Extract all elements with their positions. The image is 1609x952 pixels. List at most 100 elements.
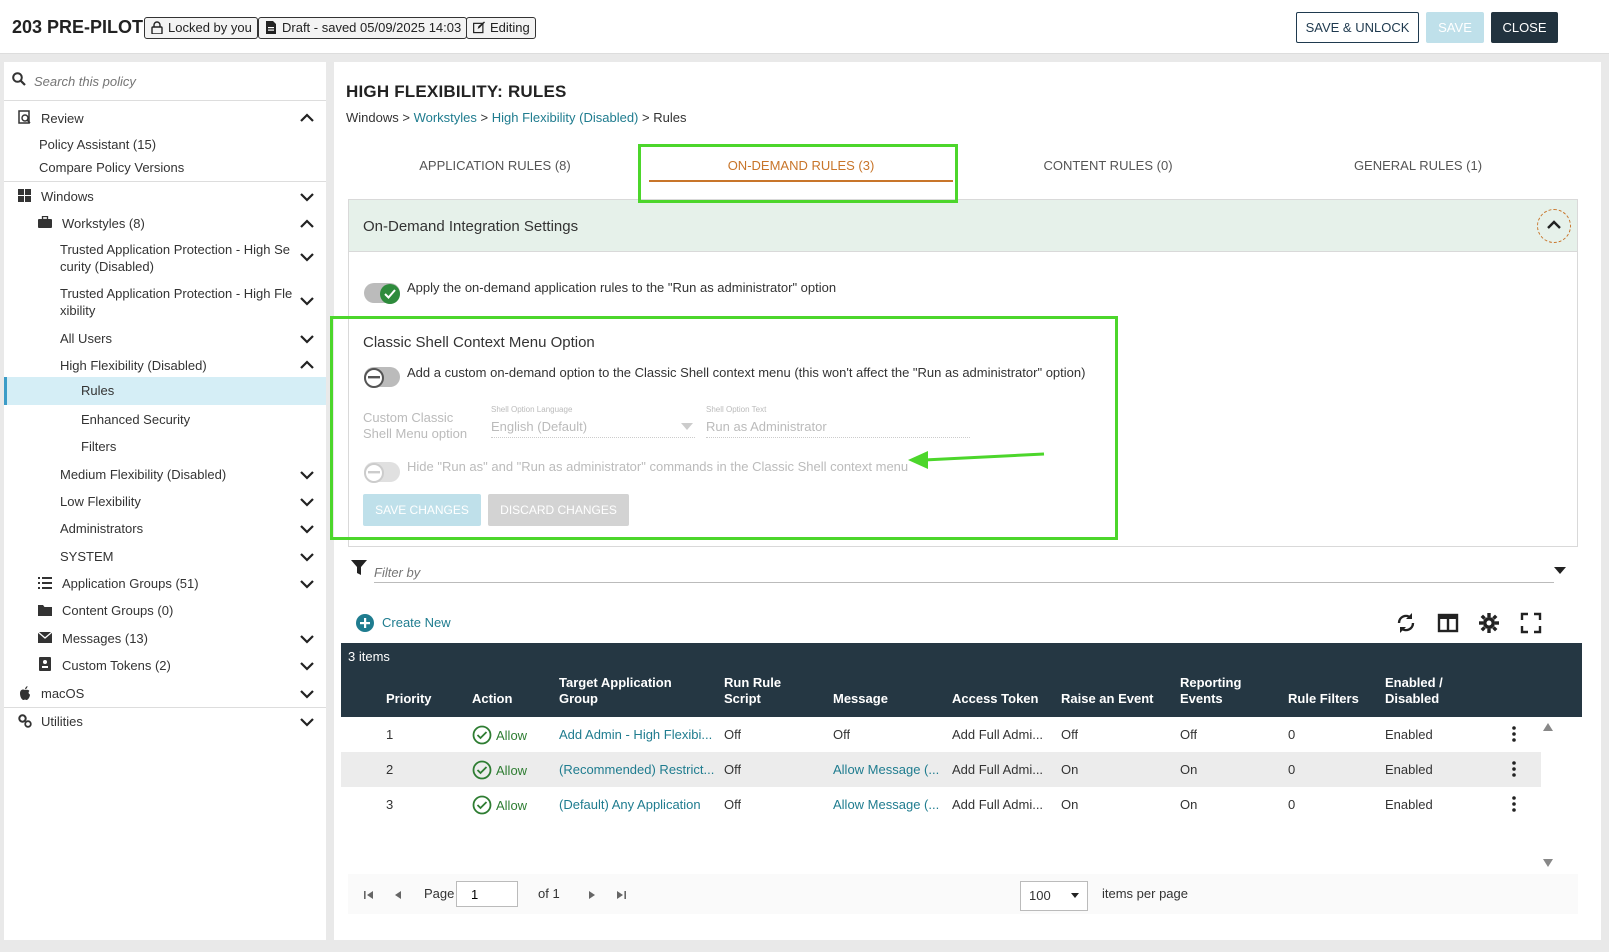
panel-header: On-Demand Integration Settings xyxy=(349,200,1577,252)
toggle-knob xyxy=(380,284,400,304)
chevron-down-icon[interactable] xyxy=(300,661,314,671)
sidebar-item-low-flexibility[interactable]: Low Flexibility xyxy=(4,490,326,516)
col-target-group[interactable]: Target Application Group xyxy=(559,675,672,707)
windows-icon xyxy=(18,189,31,202)
close-button[interactable]: CLOSE xyxy=(1491,12,1558,43)
filter-icon xyxy=(351,560,367,575)
sidebar-item-medium-flexibility[interactable]: Medium Flexibility (Disabled) xyxy=(4,463,326,489)
sidebar-item-tap-high-flexibility[interactable]: Trusted Application Protection - High Fl… xyxy=(4,284,326,324)
row-menu-icon[interactable] xyxy=(1512,761,1516,777)
target-group-link[interactable]: (Recommended) Restrict... xyxy=(559,762,717,777)
filter-dropdown-icon[interactable] xyxy=(1554,567,1566,574)
chevron-down-icon[interactable] xyxy=(300,334,314,344)
table-row[interactable]: 3 Allow (Default) Any Application Off Al… xyxy=(341,787,1541,822)
table-row[interactable]: 2 Allow (Recommended) Restrict... Off Al… xyxy=(341,752,1541,787)
chevron-down-icon[interactable] xyxy=(300,524,314,534)
chevron-up-icon[interactable] xyxy=(300,360,314,370)
folder-icon xyxy=(38,605,52,616)
sidebar-item-rules[interactable]: Rules xyxy=(4,377,326,405)
scroll-up-icon[interactable] xyxy=(1543,723,1553,731)
sidebar-item-content-groups[interactable]: Content Groups (0) xyxy=(4,599,326,625)
breadcrumb: Windows > Workstyles > High Flexibility … xyxy=(346,110,687,125)
check-circle-icon xyxy=(472,795,492,815)
fullscreen-icon[interactable] xyxy=(1520,612,1542,634)
table-row[interactable]: 1 Allow Add Admin - High Flexibi... Off … xyxy=(341,717,1541,752)
col-run-rule-script[interactable]: Run Rule Script xyxy=(724,675,781,707)
chevron-down-icon[interactable] xyxy=(300,497,314,507)
breadcrumb-high-flexibility[interactable]: High Flexibility (Disabled) xyxy=(492,110,639,125)
apple-icon xyxy=(20,686,30,700)
chevron-down-icon[interactable] xyxy=(300,552,314,562)
breadcrumb-windows: Windows xyxy=(346,110,399,125)
page-number-input[interactable] xyxy=(456,881,518,907)
previous-page-icon[interactable] xyxy=(394,890,402,900)
message-link[interactable]: Allow Message (... xyxy=(833,762,943,777)
collapse-button[interactable] xyxy=(1537,209,1571,243)
sidebar-item-system[interactable]: SYSTEM xyxy=(4,545,326,571)
sidebar-item-windows[interactable]: Windows xyxy=(4,182,326,208)
last-page-icon[interactable] xyxy=(616,890,626,900)
col-rule-filters[interactable]: Rule Filters xyxy=(1288,691,1359,707)
chevron-down-icon[interactable] xyxy=(300,579,314,589)
sidebar-item-administrators[interactable]: Administrators xyxy=(4,517,326,543)
highlight-arrow-icon xyxy=(908,451,1045,469)
scroll-down-icon[interactable] xyxy=(1543,859,1553,867)
filter-input[interactable] xyxy=(374,563,1554,583)
sidebar-item-compare-versions[interactable]: Compare Policy Versions xyxy=(4,159,326,181)
col-priority[interactable]: Priority xyxy=(386,691,432,707)
sidebar-item-macos[interactable]: macOS xyxy=(4,682,326,708)
chevron-down-icon[interactable] xyxy=(300,470,314,480)
chevron-up-icon[interactable] xyxy=(300,113,314,123)
apply-on-demand-toggle[interactable] xyxy=(364,283,400,304)
sidebar-item-messages[interactable]: Messages (13) xyxy=(4,627,326,653)
sidebar-item-tap-high-security[interactable]: Trusted Application Protection - High Se… xyxy=(4,240,326,280)
sidebar-item-filters[interactable]: Filters xyxy=(4,435,326,461)
action-allow: Allow xyxy=(472,725,527,745)
action-allow: Allow xyxy=(472,760,527,780)
sidebar-item-utilities[interactable]: Utilities xyxy=(4,710,326,736)
save-button[interactable]: SAVE xyxy=(1426,12,1484,43)
tab-application-rules[interactable]: APPLICATION RULES (8) xyxy=(348,152,642,192)
sidebar-item-enhanced-security[interactable]: Enhanced Security xyxy=(4,408,326,434)
chevron-down-icon[interactable] xyxy=(300,634,314,644)
save-unlock-button[interactable]: SAVE & UNLOCK xyxy=(1296,12,1419,43)
sidebar-item-policy-assistant[interactable]: Policy Assistant (15) xyxy=(4,131,326,159)
chevron-down-icon[interactable] xyxy=(300,689,314,699)
chevron-down-icon[interactable] xyxy=(300,717,314,727)
chevron-up-icon[interactable] xyxy=(300,219,314,229)
chevron-down-icon[interactable] xyxy=(300,296,314,306)
sidebar-item-all-users[interactable]: All Users xyxy=(4,327,326,353)
sidebar-item-review[interactable]: Review xyxy=(4,105,326,131)
col-enabled-disabled[interactable]: Enabled / Disabled xyxy=(1385,675,1443,707)
sidebar-item-workstyles[interactable]: Workstyles (8) xyxy=(4,210,326,236)
col-access-token[interactable]: Access Token xyxy=(952,691,1038,707)
columns-icon[interactable] xyxy=(1437,612,1459,634)
row-menu-icon[interactable] xyxy=(1512,796,1516,812)
gear-icon[interactable] xyxy=(1478,612,1500,634)
sidebar-item-application-groups[interactable]: Application Groups (51) xyxy=(4,572,326,598)
refresh-icon[interactable] xyxy=(1395,612,1417,634)
col-reporting-events[interactable]: Reporting Events xyxy=(1180,675,1241,707)
top-bar: 203 PRE-PILOT Locked by you Draft - save… xyxy=(0,0,1609,54)
grid-item-count: 3 items xyxy=(348,649,390,664)
col-action[interactable]: Action xyxy=(472,691,512,707)
target-group-link[interactable]: Add Admin - High Flexibi... xyxy=(559,727,717,742)
target-group-link[interactable]: (Default) Any Application xyxy=(559,797,717,812)
next-page-icon[interactable] xyxy=(588,890,596,900)
chevron-down-icon[interactable] xyxy=(300,192,314,202)
col-raise-event[interactable]: Raise an Event xyxy=(1061,691,1154,707)
tab-content-rules[interactable]: CONTENT RULES (0) xyxy=(958,152,1258,192)
first-page-icon[interactable] xyxy=(364,890,374,900)
chevron-down-icon[interactable] xyxy=(300,252,314,262)
breadcrumb-workstyles[interactable]: Workstyles xyxy=(414,110,477,125)
items-per-page-select[interactable]: 100 xyxy=(1020,881,1088,911)
policy-search-input[interactable] xyxy=(34,71,314,91)
tab-general-rules[interactable]: GENERAL RULES (1) xyxy=(1268,152,1568,192)
sidebar-item-custom-tokens[interactable]: Custom Tokens (2) xyxy=(4,654,326,680)
list-icon xyxy=(38,577,52,589)
dropdown-arrow-icon xyxy=(1071,893,1079,898)
row-menu-icon[interactable] xyxy=(1512,726,1516,742)
main-panel: HIGH FLEXIBILITY: RULES Windows > Workst… xyxy=(330,62,1601,940)
message-link[interactable]: Allow Message (... xyxy=(833,797,943,812)
col-message[interactable]: Message xyxy=(833,691,888,707)
